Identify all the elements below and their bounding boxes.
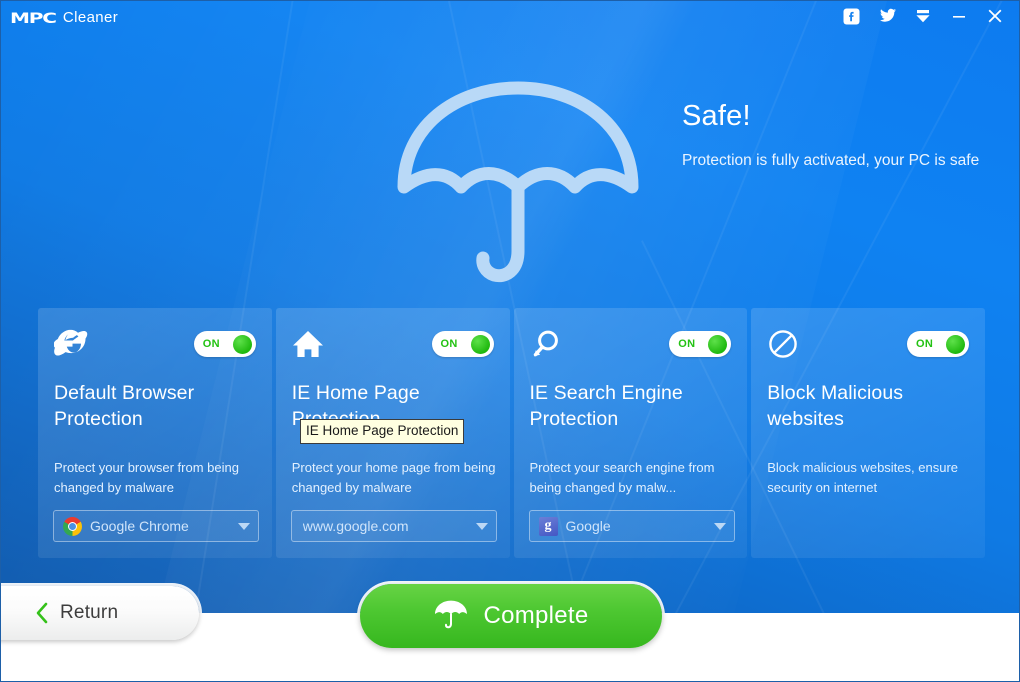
app-logo: MPC Cleaner: [10, 7, 118, 27]
umbrella-icon: [433, 598, 469, 635]
page-title: Safe!: [682, 100, 751, 132]
collapse-icon: [914, 8, 932, 24]
hero-text-block: Safe! Protection is fully activated, you…: [682, 100, 982, 172]
toggle-knob: [232, 334, 252, 354]
facebook-icon: [843, 8, 860, 25]
chrome-icon: [63, 516, 82, 536]
card-block-malicious-websites[interactable]: ON Block Malicious websites Block malici…: [751, 308, 985, 558]
toggle-label: ON: [202, 338, 220, 350]
card-default-browser-protection[interactable]: ON Default Browser Protection Protect yo…: [38, 308, 272, 558]
collapse-button[interactable]: [905, 2, 941, 30]
block-icon: [767, 324, 807, 364]
chevron-left-icon: [35, 602, 49, 624]
home-page-select-value: www.google.com: [302, 518, 409, 534]
toggle-knob: [708, 334, 728, 354]
toggle-label: ON: [678, 338, 696, 350]
return-button[interactable]: Return: [1, 586, 199, 640]
card-description: Protect your home page from being change…: [291, 460, 496, 496]
card-header: ON: [54, 322, 256, 366]
footer-bar: Return Complete: [1, 584, 1019, 681]
card-description: Protect your browser from being changed …: [54, 460, 239, 496]
hero-section: Safe! Protection is fully activated, you…: [1, 63, 1019, 293]
complete-button[interactable]: Complete: [360, 584, 662, 648]
tooltip: IE Home Page Protection: [300, 419, 465, 444]
minimize-button[interactable]: [941, 2, 977, 30]
toggle-label: ON: [916, 338, 934, 350]
search-engine-select[interactable]: g Google: [528, 510, 735, 542]
chevron-down-icon: [475, 522, 488, 530]
search-engine-select-value: Google: [565, 518, 611, 534]
search-icon: [530, 324, 570, 364]
card-ie-search-engine-protection[interactable]: ON IE Search Engine Protection Protect y…: [513, 308, 748, 558]
browser-select-value: Google Chrome: [90, 518, 189, 534]
toggle-default-browser-protection[interactable]: ON: [193, 331, 256, 357]
logo-wordmark: Cleaner: [62, 8, 119, 26]
window-controls: [833, 1, 1013, 31]
card-title: IE Search Engine Protection: [529, 382, 683, 431]
card-header: ON: [767, 322, 969, 366]
protection-cards: ON Default Browser Protection Protect yo…: [38, 308, 985, 558]
card-description: Block malicious websites, ensure securit…: [767, 460, 958, 496]
title-bar: MPC Cleaner: [1, 1, 1019, 31]
chevron-down-icon: [238, 522, 250, 530]
close-icon: [986, 7, 1004, 25]
minimize-icon: [951, 8, 967, 24]
card-title: Default Browser Protection: [54, 382, 195, 431]
logo-mark: MPC: [10, 10, 57, 27]
app-window: MPC Cleaner Safe! Protection is fully ac…: [0, 0, 1020, 682]
chevron-down-icon: [713, 522, 726, 530]
toggle-knob: [470, 334, 490, 354]
return-label: Return: [60, 602, 119, 623]
home-icon: [292, 324, 332, 364]
browser-select[interactable]: Google Chrome: [53, 510, 259, 542]
hero-subtitle: Protection is fully activated, your PC i…: [682, 151, 980, 169]
internet-explorer-icon: [54, 324, 94, 364]
twitter-button[interactable]: [869, 2, 905, 30]
complete-label: Complete: [483, 602, 589, 629]
twitter-icon: [878, 8, 897, 25]
card-description: Protect your search engine from being ch…: [529, 460, 715, 496]
card-header: ON: [530, 322, 732, 366]
facebook-button[interactable]: [833, 2, 869, 30]
umbrella-icon: [394, 75, 642, 290]
close-button[interactable]: [977, 2, 1013, 30]
card-title: Block Malicious websites: [767, 382, 904, 431]
toggle-ie-search-engine-protection[interactable]: ON: [669, 331, 732, 357]
card-header: ON: [292, 322, 494, 366]
home-page-select[interactable]: www.google.com: [290, 510, 497, 542]
toggle-label: ON: [440, 338, 458, 350]
google-icon: g: [538, 516, 558, 536]
toggle-ie-home-page-protection[interactable]: ON: [431, 331, 494, 357]
toggle-knob: [946, 334, 965, 354]
toggle-block-malicious-websites[interactable]: ON: [907, 331, 969, 357]
